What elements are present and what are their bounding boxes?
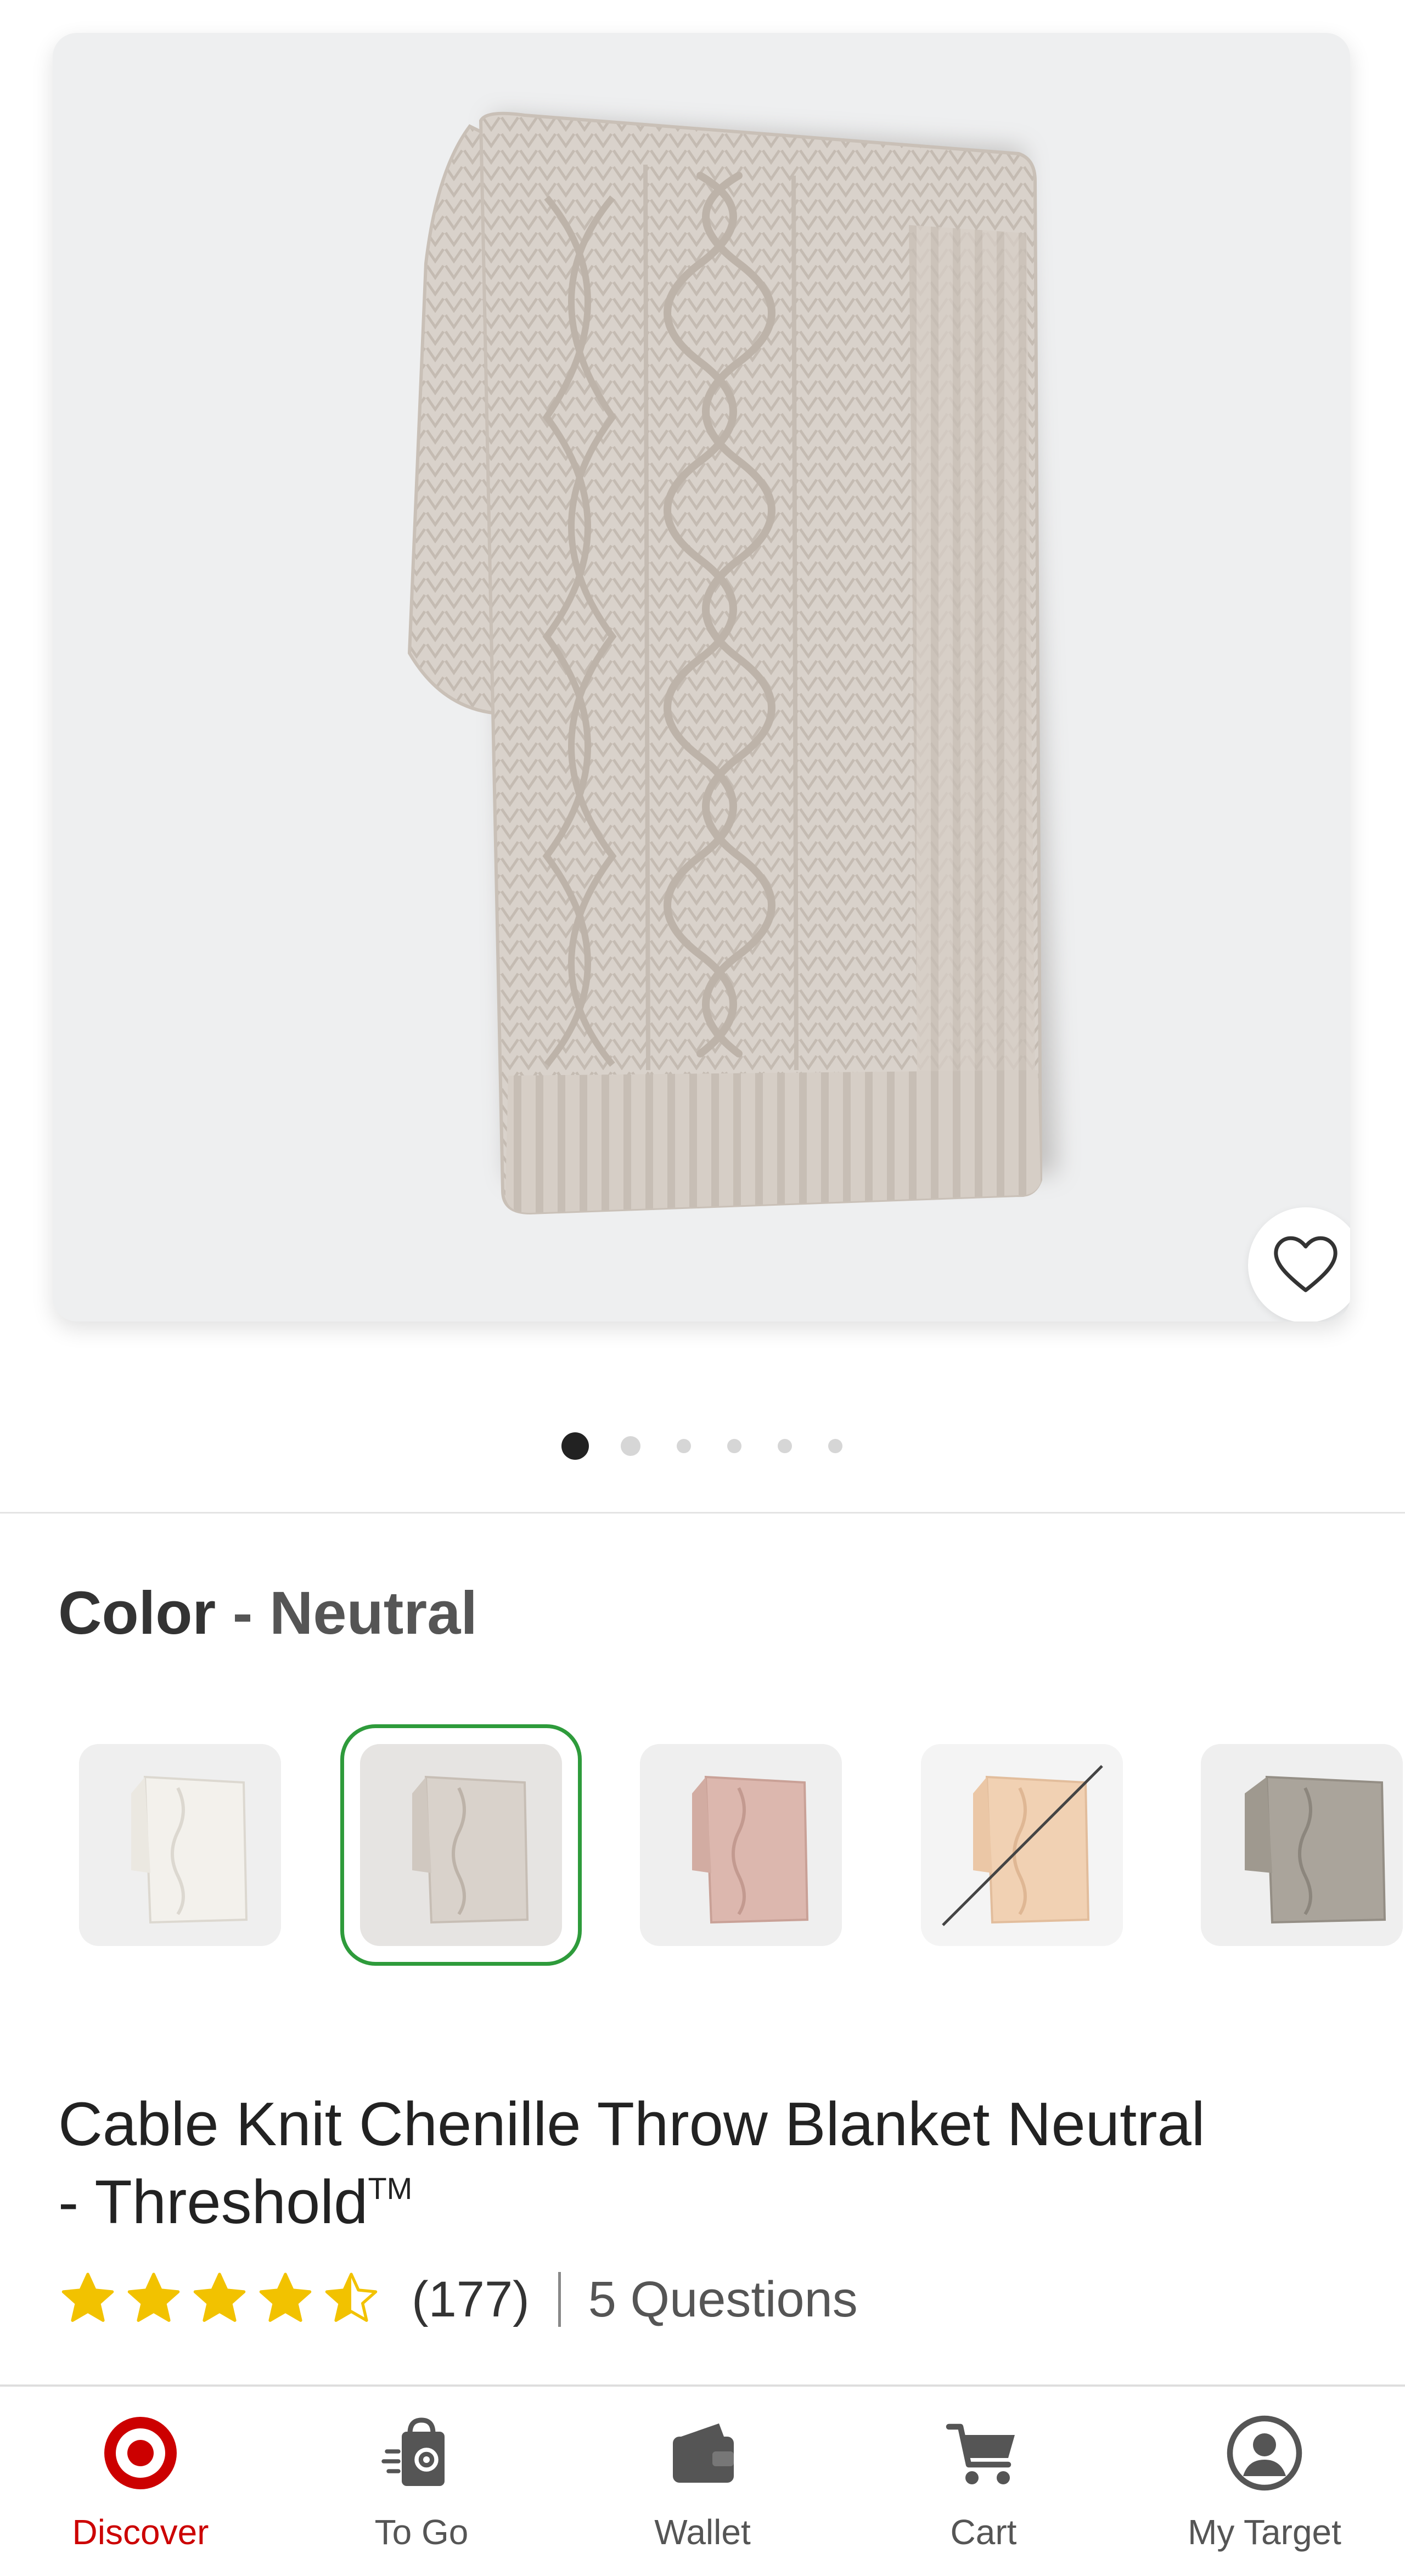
product-image — [407, 111, 1057, 1215]
carousel-dot[interactable] — [778, 1439, 792, 1453]
review-count[interactable]: (177) — [412, 2271, 530, 2328]
star-rating[interactable] — [58, 2270, 387, 2329]
swatch-thumbnail — [921, 1744, 1123, 1946]
wallet-icon — [673, 2423, 734, 2483]
star-full-icon — [193, 2273, 246, 2322]
rating-row[interactable]: (177) 5 Questions — [58, 2261, 858, 2338]
star-half-icon — [325, 2273, 378, 2322]
target-bullseye-icon — [104, 2417, 177, 2489]
bottom-tab-bar: Discover To Go Wallet Cart My Target — [0, 2384, 1405, 2576]
tab-label: Discover — [72, 2512, 209, 2552]
section-divider — [0, 1512, 1405, 1514]
swatch-white[interactable] — [79, 1744, 281, 1946]
tab-discover[interactable]: Discover — [0, 2387, 281, 2576]
tab-to-go[interactable]: To Go — [281, 2387, 562, 2576]
tab-label: Cart — [950, 2512, 1017, 2552]
carousel-indicator[interactable] — [561, 1431, 842, 1461]
cart-icon — [946, 2423, 1015, 2484]
tab-wallet[interactable]: Wallet — [562, 2387, 843, 2576]
carousel-dot-active[interactable] — [561, 1432, 589, 1460]
color-separator: - — [232, 1579, 253, 1647]
account-icon — [1227, 2415, 1302, 2491]
trademark-symbol: TM — [368, 2171, 413, 2206]
product-title-line1: Cable Knit Chenille Throw Blanket Neutra… — [58, 2090, 1205, 2158]
star-full-icon — [61, 2273, 114, 2322]
swatch-thumbnail — [1201, 1744, 1403, 1946]
color-selected-value: Neutral — [269, 1579, 477, 1647]
questions-link[interactable]: 5 Questions — [588, 2271, 858, 2328]
color-label: Color — [58, 1579, 216, 1647]
swatch-pink[interactable] — [640, 1744, 842, 1946]
color-heading: Color - Neutral — [58, 1575, 477, 1652]
tab-label: My Target — [1188, 2512, 1341, 2552]
carousel-dot[interactable] — [677, 1439, 691, 1453]
product-image-card[interactable] — [53, 33, 1350, 1321]
swatch-gray[interactable] — [1201, 1744, 1403, 1946]
swatch-thumbnail — [79, 1744, 281, 1946]
shopping-bag-icon — [381, 2417, 445, 2486]
swatch-neutral[interactable] — [360, 1744, 562, 1946]
tab-cart[interactable]: Cart — [843, 2387, 1124, 2576]
star-full-icon — [259, 2273, 312, 2322]
tab-label: Wallet — [654, 2512, 751, 2552]
carousel-dot[interactable] — [727, 1439, 741, 1453]
star-full-icon — [127, 2273, 180, 2322]
tab-label: To Go — [374, 2512, 469, 2552]
carousel-dot[interactable] — [621, 1436, 640, 1456]
swatch-thumbnail — [640, 1744, 842, 1946]
swatch-peach-unavailable[interactable] — [921, 1744, 1123, 1946]
heart-outline-icon — [1274, 1236, 1337, 1292]
product-title: Cable Knit Chenille Throw Blanket Neutra… — [58, 2085, 1353, 2241]
carousel-dot[interactable] — [828, 1439, 842, 1453]
rating-separator — [558, 2272, 561, 2327]
tab-my-target[interactable]: My Target — [1124, 2387, 1405, 2576]
swatch-thumbnail — [360, 1744, 562, 1946]
product-title-line2: - Threshold — [58, 2168, 368, 2236]
